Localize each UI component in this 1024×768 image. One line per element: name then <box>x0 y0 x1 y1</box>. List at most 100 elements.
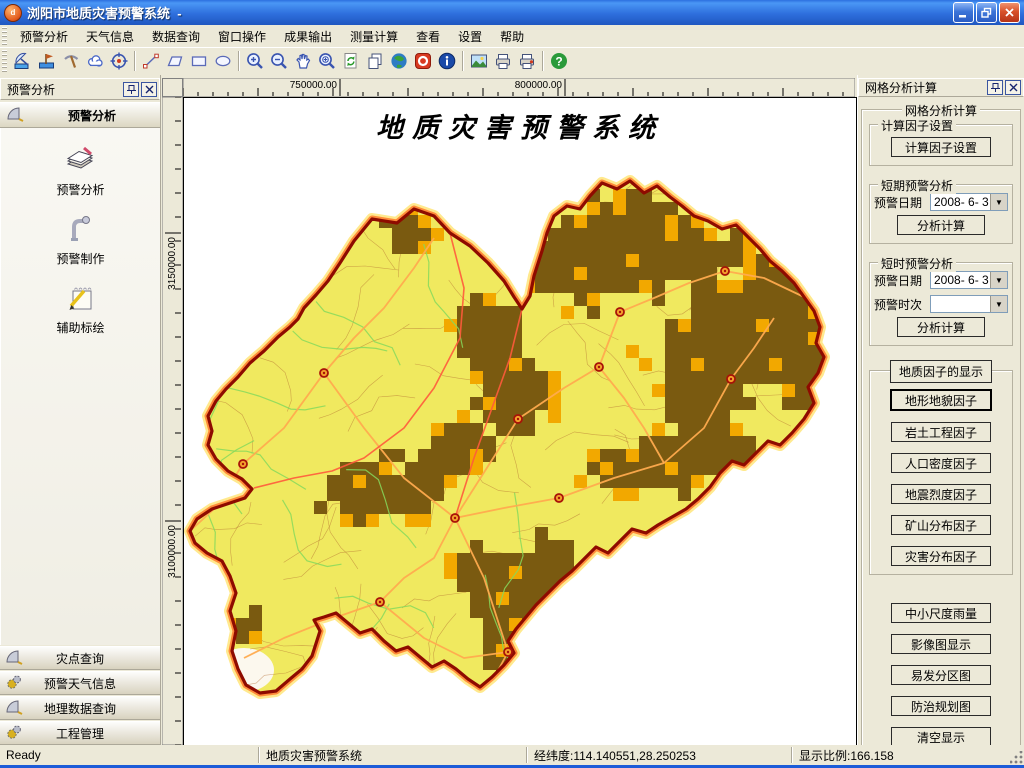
restore-button[interactable] <box>976 2 997 23</box>
zoom-in-icon[interactable] <box>243 49 267 73</box>
main-content: 预警分析 预警分析 预警分析 预警制作 辅助标绘 <box>0 75 1024 745</box>
combo-value: 2008- 6- 3 <box>931 273 990 287</box>
status-coordinates: 经纬度:114.140551,28.250253 <box>528 745 791 765</box>
compass-icon <box>6 106 24 125</box>
left-panel-body: 预警分析 预警制作 辅助标绘 <box>0 128 160 645</box>
extra-buttons: 中小尺度雨量 影像图显示 易发分区图 防治规划图 清空显示 <box>865 593 1017 747</box>
printer-setup-icon[interactable] <box>515 49 539 73</box>
menu-item-measure-calc[interactable]: 测量计算 <box>341 26 407 47</box>
factor-setting-button[interactable]: 计算因子设置 <box>891 137 991 157</box>
groupbox-legend: 短时预警分析 <box>878 255 956 272</box>
target-icon[interactable] <box>107 49 131 73</box>
chevron-down-icon[interactable]: ▼ <box>990 296 1007 312</box>
short-time-calc-button[interactable]: 分析计算 <box>897 317 985 337</box>
menu-item-weather-info[interactable]: 天气信息 <box>77 26 143 47</box>
btn-imagery-display[interactable]: 影像图显示 <box>891 634 991 654</box>
group-warning-weather-info[interactable]: 预警天气信息 <box>0 671 160 695</box>
svg-text:750000.00: 750000.00 <box>290 80 338 91</box>
rectangle-tool-icon[interactable] <box>187 49 211 73</box>
map-svg <box>184 98 856 746</box>
btn-mine-distribution-factor[interactable]: 矿山分布因子 <box>891 515 991 535</box>
printer-icon[interactable] <box>491 49 515 73</box>
item-warning-analysis[interactable]: 预警分析 <box>56 142 104 198</box>
menu-item-result-output[interactable]: 成果输出 <box>275 26 341 47</box>
warning-date-label: 预警日期 <box>874 194 930 211</box>
svg-text:800000.00: 800000.00 <box>515 80 563 91</box>
menu-item-warning-analysis[interactable]: 预警分析 <box>11 26 77 47</box>
menu-item-help[interactable]: 帮助 <box>491 26 533 47</box>
menu-item-window-ops[interactable]: 窗口操作 <box>209 26 275 47</box>
btn-population-density-factor[interactable]: 人口密度因子 <box>891 453 991 473</box>
svg-text:3100000.00: 3100000.00 <box>167 525 178 578</box>
item-label: 辅助标绘 <box>56 319 104 336</box>
refresh-page-icon[interactable] <box>339 49 363 73</box>
gears-icon <box>5 674 23 693</box>
warning-date-label: 预警日期 <box>874 272 930 289</box>
info-icon[interactable] <box>435 49 459 73</box>
close-icon[interactable] <box>1005 80 1021 95</box>
chevron-down-icon[interactable]: ▼ <box>990 194 1007 210</box>
zoom-select-icon[interactable] <box>315 49 339 73</box>
menu-item-data-query[interactable]: 数据查询 <box>143 26 209 47</box>
short-time-date-combo[interactable]: 2008- 6- 3 ▼ <box>930 271 1008 289</box>
menu-item-settings[interactable]: 设置 <box>449 26 491 47</box>
short-term-date-combo[interactable]: 2008- 6- 3 ▼ <box>930 193 1008 211</box>
left-panel-sectionbar[interactable]: 预警分析 <box>0 102 160 128</box>
factor-display-legend: 地质因子的显示 <box>890 360 992 383</box>
resize-grip[interactable] <box>1010 751 1023 764</box>
minimize-button[interactable] <box>953 2 974 23</box>
section-title: 预警分析 <box>24 107 160 124</box>
toolbar-separator <box>462 51 464 71</box>
left-panel: 预警分析 预警分析 预警分析 预警制作 辅助标绘 <box>0 75 161 745</box>
app-window: d 浏阳市地质灾害预警系统 - 预警分析 天气信息 数据查询 窗口操作 成果输出… <box>0 0 1024 768</box>
pan-hand-icon[interactable] <box>291 49 315 73</box>
menu-item-view[interactable]: 查看 <box>407 26 449 47</box>
menu-grip[interactable] <box>2 27 7 45</box>
btn-disaster-distribution-factor[interactable]: 灾害分布因子 <box>891 546 991 566</box>
zoom-out-icon[interactable] <box>267 49 291 73</box>
short-term-calc-button[interactable]: 分析计算 <box>897 215 985 235</box>
status-scale: 显示比例:166.158 <box>793 745 1024 765</box>
toolbar-separator <box>134 51 136 71</box>
item-label: 预警制作 <box>56 250 104 267</box>
btn-prevention-plan-map[interactable]: 防治规划图 <box>891 696 991 716</box>
group-disaster-point-query[interactable]: 灾点查询 <box>0 646 160 670</box>
chevron-down-icon[interactable]: ▼ <box>990 272 1007 288</box>
ellipse-tool-icon[interactable] <box>211 49 235 73</box>
btn-susceptibility-map[interactable]: 易发分区图 <box>891 665 991 685</box>
btn-seismic-intensity-factor[interactable]: 地震烈度因子 <box>891 484 991 504</box>
radar-icon[interactable] <box>11 49 35 73</box>
pin-icon[interactable] <box>123 82 139 97</box>
cloud-icon[interactable] <box>83 49 107 73</box>
line-tool-icon[interactable] <box>139 49 163 73</box>
stop-icon[interactable] <box>411 49 435 73</box>
svg-text:?: ? <box>555 55 562 69</box>
polygon-tool-icon[interactable] <box>163 49 187 73</box>
item-auxiliary-plotting[interactable]: 辅助标绘 <box>56 280 104 336</box>
globe-icon[interactable] <box>387 49 411 73</box>
btn-clear-display[interactable]: 清空显示 <box>891 727 991 747</box>
item-warning-production[interactable]: 预警制作 <box>56 211 104 267</box>
btn-geotech-factor[interactable]: 岩土工程因子 <box>891 422 991 442</box>
short-time-session-combo[interactable]: ▼ <box>930 295 1008 313</box>
status-bar: Ready 地质灾害预警系统 经纬度:114.140551,28.250253 … <box>0 745 1024 765</box>
help-icon[interactable]: ? <box>547 49 571 73</box>
close-icon[interactable] <box>141 82 157 97</box>
flag-icon[interactable] <box>35 49 59 73</box>
pin-icon[interactable] <box>987 80 1003 95</box>
map-canvas[interactable]: 地质灾害预警系统 <box>183 97 857 747</box>
btn-meso-rainfall[interactable]: 中小尺度雨量 <box>891 603 991 623</box>
auxiliary-plotting-icon <box>62 280 98 316</box>
svg-text:3150000.00: 3150000.00 <box>167 237 178 290</box>
group-geo-data-query[interactable]: 地理数据查询 <box>0 696 160 720</box>
btn-terrain-factor[interactable]: 地形地貌因子 <box>890 389 992 411</box>
map-image-icon[interactable] <box>467 49 491 73</box>
groupbox-legend: 计算因子设置 <box>878 117 956 134</box>
toolbar-grip[interactable] <box>2 50 7 72</box>
pick-icon[interactable] <box>59 49 83 73</box>
group-project-management[interactable]: 工程管理 <box>0 721 160 745</box>
right-panel: 网格分析计算 网格分析计算 计算因子设置 计算因子设置 短期预警分析 预警日期 … <box>857 75 1024 745</box>
copy-layers-icon[interactable] <box>363 49 387 73</box>
factor-display-groupbox: 地质因子的显示 地形地貌因子 岩土工程因子 人口密度因子 地震烈度因子 矿山分布… <box>869 370 1013 575</box>
close-button[interactable] <box>999 2 1020 23</box>
